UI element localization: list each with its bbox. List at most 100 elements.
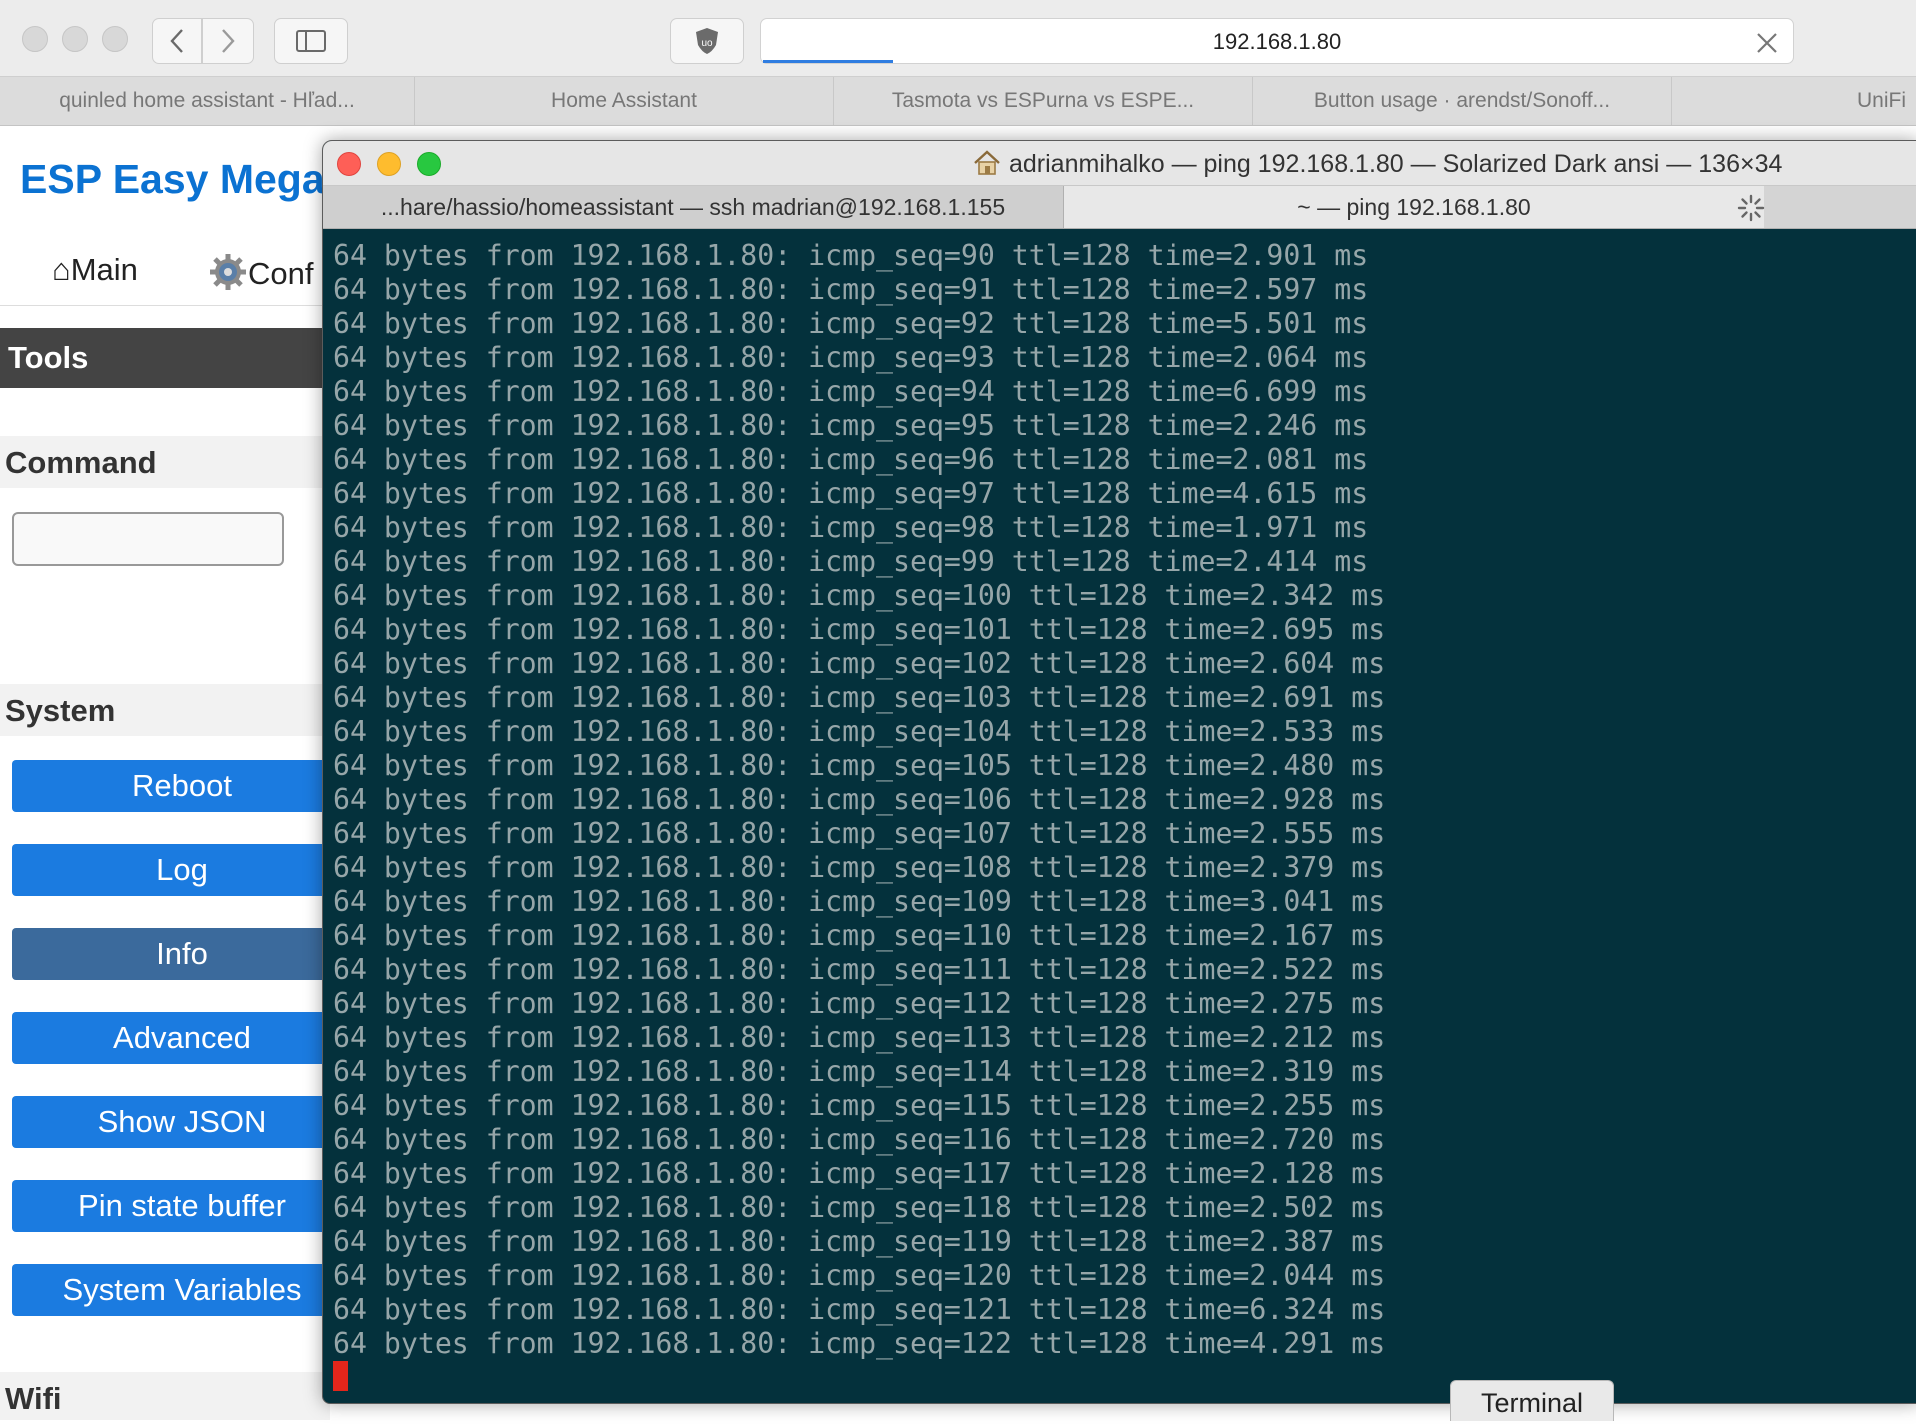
terminal-line: 64 bytes from 192.168.1.80: icmp_seq=107… <box>333 817 1386 850</box>
terminal-line: 64 bytes from 192.168.1.80: icmp_seq=113… <box>333 1021 1386 1054</box>
url-text: 192.168.1.80 <box>1212 29 1342 54</box>
terminal-line: 64 bytes from 192.168.1.80: icmp_seq=95 … <box>333 409 1369 442</box>
terminal-line: 64 bytes from 192.168.1.80: icmp_seq=100… <box>333 579 1386 612</box>
nav-divider <box>0 305 330 306</box>
terminal-line: 64 bytes from 192.168.1.80: icmp_seq=111… <box>333 953 1386 986</box>
terminal-tab-ping-label: ~ — ping 192.168.1.80 <box>1297 194 1531 220</box>
terminal-line: 64 bytes from 192.168.1.80: icmp_seq=105… <box>333 749 1386 782</box>
advanced-button[interactable]: Advanced <box>12 1012 352 1064</box>
pin-state-buffer-label: Pin state buffer <box>78 1188 286 1223</box>
terminal-line: 64 bytes from 192.168.1.80: icmp_seq=106… <box>333 783 1386 816</box>
address-bar[interactable]: 192.168.1.80 <box>760 18 1794 64</box>
stop-loading-button[interactable] <box>1755 25 1779 60</box>
terminal-line: 64 bytes from 192.168.1.80: icmp_seq=122… <box>333 1327 1386 1360</box>
pin-state-buffer-button[interactable]: Pin state buffer <box>12 1180 352 1232</box>
browser-tab[interactable]: quinled home assistant - Hľad... <box>0 77 415 125</box>
terminal-window: adrianmihalko — ping 192.168.1.80 — Sola… <box>322 140 1916 1404</box>
sidebar-icon <box>296 30 326 52</box>
show-json-button[interactable]: Show JSON <box>12 1096 352 1148</box>
terminal-app-label: Terminal <box>1450 1380 1614 1421</box>
info-button[interactable]: Info <box>12 928 352 980</box>
system-variables-label: System Variables <box>62 1272 302 1307</box>
terminal-close-button[interactable] <box>337 152 361 176</box>
terminal-tab-ssh[interactable]: ...hare/hassio/homeassistant — ssh madri… <box>323 186 1064 228</box>
terminal-line: 64 bytes from 192.168.1.80: icmp_seq=108… <box>333 851 1386 884</box>
window-zoom-button[interactable] <box>102 26 128 52</box>
terminal-line: 64 bytes from 192.168.1.80: icmp_seq=94 … <box>333 375 1369 408</box>
command-input[interactable] <box>12 512 284 566</box>
terminal-title: adrianmihalko — ping 192.168.1.80 — Sola… <box>973 150 1782 179</box>
terminal-line: 64 bytes from 192.168.1.80: icmp_seq=112… <box>333 987 1386 1020</box>
wifi-section-header: Wifi <box>0 1372 330 1420</box>
page-title: ESP Easy Mega <box>20 156 325 202</box>
info-label: Info <box>156 936 208 971</box>
terminal-line: 64 bytes from 192.168.1.80: icmp_seq=99 … <box>333 545 1369 578</box>
gear-icon <box>210 254 246 290</box>
command-section-header: Command <box>0 436 330 488</box>
terminal-line: 64 bytes from 192.168.1.80: icmp_seq=92 … <box>333 307 1369 340</box>
terminal-zoom-button[interactable] <box>417 152 441 176</box>
ublock-button[interactable]: uo <box>670 18 744 64</box>
system-section-header: System <box>0 684 330 736</box>
browser-tab-bar: quinled home assistant - Hľad... Home As… <box>0 77 1916 126</box>
terminal-output[interactable]: 64 bytes from 192.168.1.80: icmp_seq=90 … <box>333 239 1893 1361</box>
terminal-title-label: adrianmihalko — ping 192.168.1.80 — Sola… <box>1009 150 1783 178</box>
forward-button[interactable] <box>202 18 254 64</box>
terminal-cursor <box>333 1361 348 1391</box>
browser-tab[interactable]: Home Assistant <box>415 77 834 125</box>
page-load-progress <box>763 60 893 63</box>
terminal-line: 64 bytes from 192.168.1.80: icmp_seq=115… <box>333 1089 1386 1122</box>
system-title: System <box>5 693 116 728</box>
terminal-tab-ping[interactable]: ~ — ping 192.168.1.80 <box>1064 186 1764 228</box>
log-button[interactable]: Log <box>12 844 352 896</box>
reboot-label: Reboot <box>132 768 232 803</box>
terminal-line: 64 bytes from 192.168.1.80: icmp_seq=104… <box>333 715 1386 748</box>
terminal-line: 64 bytes from 192.168.1.80: icmp_seq=121… <box>333 1293 1386 1326</box>
command-title: Command <box>5 445 157 480</box>
terminal-line: 64 bytes from 192.168.1.80: icmp_seq=114… <box>333 1055 1386 1088</box>
terminal-tab-bar: ...hare/hassio/homeassistant — ssh madri… <box>323 186 1916 229</box>
back-button[interactable] <box>152 18 202 64</box>
terminal-line: 64 bytes from 192.168.1.80: icmp_seq=101… <box>333 613 1386 646</box>
advanced-label: Advanced <box>113 1020 251 1055</box>
terminal-line: 64 bytes from 192.168.1.80: icmp_seq=97 … <box>333 477 1369 510</box>
terminal-line: 64 bytes from 192.168.1.80: icmp_seq=118… <box>333 1191 1386 1224</box>
browser-tab[interactable]: UniFi <box>1672 77 1916 125</box>
activity-spinner-icon <box>1737 194 1765 229</box>
log-label: Log <box>156 852 208 887</box>
svg-text:uo: uo <box>701 38 713 49</box>
terminal-titlebar[interactable]: adrianmihalko — ping 192.168.1.80 — Sola… <box>323 141 1916 186</box>
terminal-line: 64 bytes from 192.168.1.80: icmp_seq=91 … <box>333 273 1369 306</box>
reboot-button[interactable]: Reboot <box>12 760 352 812</box>
terminal-line: 64 bytes from 192.168.1.80: icmp_seq=117… <box>333 1157 1386 1190</box>
terminal-minimize-button[interactable] <box>377 152 401 176</box>
browser-tab-label: UniFi <box>1856 89 1906 112</box>
chevron-left-icon <box>170 29 183 53</box>
terminal-line: 64 bytes from 192.168.1.80: icmp_seq=90 … <box>333 239 1369 272</box>
home-icon <box>974 150 1000 175</box>
tools-title: Tools <box>8 340 89 375</box>
nav-config-link[interactable]: Conf <box>208 252 313 292</box>
window-close-button[interactable] <box>22 26 48 52</box>
browser-tab[interactable]: Button usage · arendst/Sonoff... <box>1253 77 1672 125</box>
terminal-line: 64 bytes from 192.168.1.80: icmp_seq=110… <box>333 919 1386 952</box>
close-icon <box>1757 33 1777 53</box>
terminal-line: 64 bytes from 192.168.1.80: icmp_seq=103… <box>333 681 1386 714</box>
terminal-line: 64 bytes from 192.168.1.80: icmp_seq=109… <box>333 885 1386 918</box>
show-json-label: Show JSON <box>97 1104 267 1139</box>
window-minimize-button[interactable] <box>62 26 88 52</box>
browser-toolbar: uo 192.168.1.80 <box>0 0 1916 77</box>
ublock-shield-icon: uo <box>696 28 718 54</box>
terminal-line: 64 bytes from 192.168.1.80: icmp_seq=102… <box>333 647 1386 680</box>
system-variables-button[interactable]: System Variables <box>12 1264 352 1316</box>
nav-config-label: Conf <box>248 256 314 291</box>
terminal-line: 64 bytes from 192.168.1.80: icmp_seq=119… <box>333 1225 1386 1258</box>
terminal-line: 64 bytes from 192.168.1.80: icmp_seq=120… <box>333 1259 1386 1292</box>
terminal-line: 64 bytes from 192.168.1.80: icmp_seq=98 … <box>333 511 1369 544</box>
wifi-title: Wifi <box>5 1381 62 1416</box>
browser-tab[interactable]: Tasmota vs ESPurna vs ESPE... <box>834 77 1253 125</box>
sidebar-toggle-button[interactable] <box>274 18 348 64</box>
nav-main-link[interactable]: ⌂Main <box>52 252 138 288</box>
terminal-line: 64 bytes from 192.168.1.80: icmp_seq=96 … <box>333 443 1369 476</box>
tools-header: Tools <box>0 328 330 388</box>
